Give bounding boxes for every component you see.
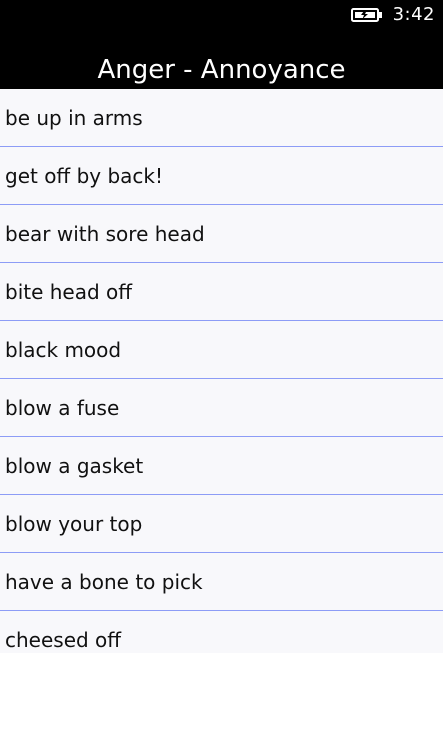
list-item[interactable]: blow a fuse — [0, 379, 443, 437]
list-item[interactable]: bear with sore head — [0, 205, 443, 263]
list-item-label: blow a fuse — [5, 396, 120, 420]
list-item[interactable]: have a bone to pick — [0, 553, 443, 611]
list-item[interactable]: cheesed off — [0, 611, 443, 653]
status-time: 3:42 — [392, 4, 435, 25]
app-header: 3:42 Anger - Annoyance — [0, 0, 443, 89]
list-item-label: bear with sore head — [5, 222, 205, 246]
list-item[interactable]: be up in arms — [0, 89, 443, 147]
list-item[interactable]: blow your top — [0, 495, 443, 553]
list-item[interactable]: black mood — [0, 321, 443, 379]
list-item[interactable]: get off by back! — [0, 147, 443, 205]
list-item-label: blow your top — [5, 512, 143, 536]
list-item-label: get off by back! — [5, 164, 164, 188]
list-item[interactable]: bite head off — [0, 263, 443, 321]
list-item-label: cheesed off — [5, 628, 122, 652]
list-item-label: black mood — [5, 338, 122, 362]
list-item[interactable]: blow a gasket — [0, 437, 443, 495]
list-item-label: be up in arms — [5, 106, 143, 130]
idiom-list: be up in arms get off by back! bear with… — [0, 89, 443, 653]
page-title: Anger - Annoyance — [97, 55, 346, 85]
list-item-label: blow a gasket — [5, 454, 144, 478]
list-item-label: bite head off — [5, 280, 133, 304]
status-bar: 3:42 — [350, 0, 435, 30]
list-item-label: have a bone to pick — [5, 570, 203, 594]
battery-charging-icon — [350, 7, 383, 23]
